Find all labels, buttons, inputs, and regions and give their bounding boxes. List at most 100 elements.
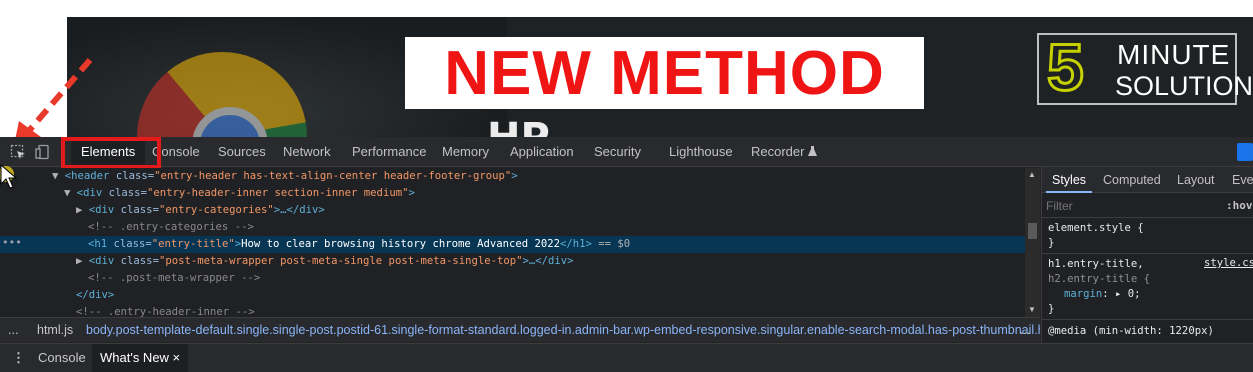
- dom-node-entry-categories[interactable]: ▶ <div class="entry-categories">…</div>: [0, 202, 1025, 219]
- dom-tag-close: >…</div>: [273, 204, 325, 216]
- css-property: margin: [1064, 288, 1103, 300]
- node-actions-ellipsis[interactable]: •••: [2, 236, 22, 249]
- dom-breadcrumb: ... html.js body.post-template-default.s…: [0, 317, 1040, 342]
- tab-recorder-label: Recorder: [751, 144, 805, 159]
- element-style-close: }: [1048, 237, 1055, 249]
- media-query: @media (min-width: 1220px): [1048, 325, 1214, 337]
- breadcrumb-html[interactable]: html.js: [37, 318, 73, 342]
- tab-security[interactable]: Security: [588, 137, 647, 167]
- dom-close-div[interactable]: </div>: [0, 287, 1025, 304]
- dom-comment[interactable]: <!-- .entry-categories -->: [0, 219, 1025, 236]
- drawer-tab-console[interactable]: Console: [30, 344, 94, 372]
- dom-comment-text: <!-- .entry-header-inner -->: [76, 306, 255, 317]
- devtools-panel: Elements Console Sources Network Perform…: [0, 137, 1253, 372]
- dom-tag: <div: [76, 187, 103, 199]
- dom-attr: class=: [109, 170, 155, 182]
- mouse-cursor-icon: [0, 164, 18, 189]
- banner-title: NEW METHOD: [444, 38, 885, 108]
- dom-node-entry-title-selected[interactable]: <h1 class="entry-title">How to clear bro…: [0, 236, 1025, 253]
- dom-tag-close: >: [408, 187, 415, 199]
- element-style-selector[interactable]: element.style {: [1048, 221, 1144, 236]
- styles-tab-bar: Styles Computed Layout Eve: [1042, 167, 1253, 193]
- logo-line-2: SOLUTION: [1115, 71, 1253, 101]
- dom-end-tag: </h1>: [560, 238, 592, 250]
- dom-node-entry-header-inner[interactable]: ▼ <div class="entry-header-inner section…: [0, 185, 1025, 202]
- banner-title-box: NEW METHOD: [405, 37, 924, 109]
- devtools-drawer: ⋮ Console What's New ×: [0, 343, 1253, 372]
- dom-tag: <div: [88, 255, 115, 267]
- rule-source-link[interactable]: style.cs: [1204, 257, 1253, 269]
- five-minute-solution-logo: 5 MINUTE SOLUTION: [1037, 29, 1253, 106]
- tab-layout[interactable]: Layout: [1171, 167, 1221, 193]
- feedback-button[interactable]: [1237, 143, 1253, 161]
- dom-attr-value: "entry-title": [151, 238, 235, 250]
- dom-attr: class=: [114, 204, 159, 216]
- device-toolbar-icon[interactable]: [35, 144, 51, 160]
- styles-filter-row: :hov: [1042, 194, 1253, 218]
- hover-state-toggle[interactable]: :hov: [1226, 194, 1253, 218]
- tab-computed[interactable]: Computed: [1097, 167, 1167, 193]
- rule-declaration[interactable]: margin: ▸ 0;: [1064, 287, 1141, 302]
- tab-memory[interactable]: Memory: [436, 137, 495, 167]
- banner-background-text: HP: [487, 115, 550, 137]
- inspect-element-icon[interactable]: [10, 144, 26, 160]
- breadcrumb-more[interactable]: ...: [1020, 318, 1030, 342]
- tab-styles[interactable]: Styles: [1046, 167, 1093, 193]
- drawer-tab-whats-new[interactable]: What's New ×: [92, 344, 189, 372]
- dom-tag-close: >…</div>: [522, 255, 574, 267]
- elements-tab-highlight-box: [61, 137, 161, 169]
- article-banner-image: HP NEW METHOD 5 MINUTE SOLUTION: [67, 17, 1253, 137]
- scroll-down-icon[interactable]: ▼: [1028, 305, 1036, 314]
- tab-event-listeners[interactable]: Eve: [1226, 167, 1253, 193]
- expand-triangle-icon[interactable]: ▶: [76, 204, 82, 216]
- dom-attr-value: "entry-header-inner section-inner medium…: [146, 187, 409, 199]
- tab-recorder[interactable]: Recorder: [745, 137, 823, 167]
- dom-tag: <header: [64, 170, 110, 182]
- dom-end-tag: </div>: [76, 289, 115, 301]
- rule-divider: [1042, 253, 1253, 254]
- dom-attr-value: "post-meta-wrapper post-meta-single post…: [158, 255, 523, 267]
- flask-icon: [808, 146, 818, 156]
- rule-close: }: [1048, 303, 1055, 315]
- dom-comment-text: <!-- .post-meta-wrapper -->: [88, 272, 261, 284]
- tab-performance[interactable]: Performance: [346, 137, 432, 167]
- dom-comment-text: <!-- .entry-categories -->: [88, 221, 254, 233]
- dom-comment[interactable]: <!-- .entry-header-inner -->: [0, 304, 1025, 317]
- tab-sources[interactable]: Sources: [212, 137, 272, 167]
- dom-attr-value: "entry-header has-text-align-center head…: [154, 170, 512, 182]
- expand-triangle-icon[interactable]: ▶: [76, 255, 82, 267]
- dom-tree: ▼ <header class="entry-header has-text-a…: [0, 168, 1040, 317]
- logo-digit: 5: [1046, 29, 1086, 106]
- styles-pane: Styles Computed Layout Eve :hov element.…: [1041, 167, 1253, 343]
- scrollbar-thumb[interactable]: [1028, 223, 1037, 239]
- drawer-menu-icon[interactable]: ⋮: [12, 344, 25, 372]
- dom-tag: <h1: [88, 238, 108, 250]
- dom-attr: class=: [107, 238, 152, 250]
- dom-tree-scrollbar[interactable]: ▲ ▼: [1025, 168, 1040, 317]
- dom-text: How to clear browsing history chrome Adv…: [241, 238, 561, 250]
- logo-line-1: MINUTE: [1117, 39, 1231, 70]
- dom-attr-value: "entry-categories": [158, 204, 274, 216]
- breadcrumb-body[interactable]: body.post-template-default.single.single…: [86, 318, 1040, 342]
- dom-selected-marker: == $0: [591, 238, 631, 250]
- scroll-up-icon[interactable]: ▲: [1028, 170, 1036, 179]
- rule-divider: [1042, 319, 1253, 320]
- dom-attr: class=: [102, 187, 147, 199]
- tab-application[interactable]: Application: [504, 137, 580, 167]
- dom-tag-close: >: [511, 170, 518, 182]
- rule-selector-secondary[interactable]: h2.entry-title {: [1048, 272, 1150, 287]
- tab-network[interactable]: Network: [277, 137, 337, 167]
- rule-selector[interactable]: h1.entry-title,: [1048, 257, 1144, 272]
- styles-filter-input[interactable]: [1046, 197, 1206, 215]
- dom-node-post-meta-wrapper[interactable]: ▶ <div class="post-meta-wrapper post-met…: [0, 253, 1025, 270]
- css-value: : ▸ 0;: [1102, 288, 1141, 300]
- devtools-tab-bar: Elements Console Sources Network Perform…: [0, 137, 1253, 169]
- collapse-triangle-icon[interactable]: ▼: [64, 187, 70, 199]
- dom-comment[interactable]: <!-- .post-meta-wrapper -->: [0, 270, 1025, 287]
- collapse-triangle-icon[interactable]: ▼: [52, 170, 58, 182]
- dom-node-header[interactable]: ▼ <header class="entry-header has-text-a…: [0, 168, 1025, 185]
- dom-attr: class=: [114, 255, 159, 267]
- dom-tag: <div: [88, 204, 115, 216]
- breadcrumb-overflow[interactable]: ...: [8, 318, 18, 342]
- tab-lighthouse[interactable]: Lighthouse: [663, 137, 739, 167]
